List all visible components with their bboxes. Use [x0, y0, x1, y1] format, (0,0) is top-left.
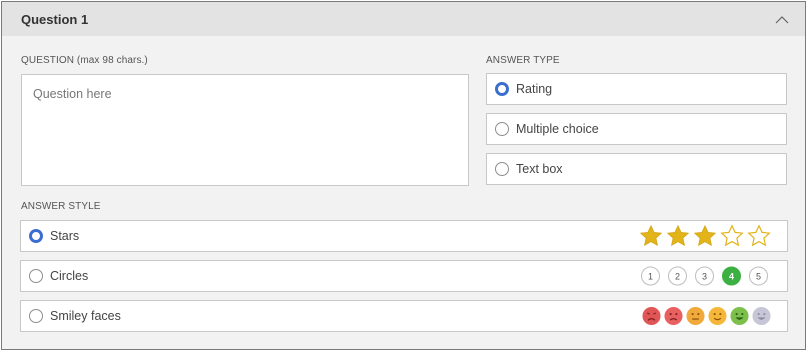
- circle-number-active: 4: [722, 266, 741, 286]
- question-card: Question 1 QUESTION (max 98 chars.) ANSW…: [1, 1, 806, 350]
- star-filled-icon: [666, 224, 690, 246]
- answer-type-text-box-label: Text box: [516, 162, 563, 176]
- radio-icon[interactable]: [29, 269, 43, 283]
- circles-preview: 1 2 3 4 5: [633, 266, 768, 286]
- answer-type-rating[interactable]: Rating: [486, 73, 787, 105]
- sad-face-icon: [664, 306, 683, 326]
- star-filled-icon: [639, 224, 663, 246]
- answer-type-label: ANSWER TYPE: [486, 55, 560, 66]
- answer-style-smiley-faces-label: Smiley faces: [50, 309, 121, 323]
- answer-style-stars[interactable]: Stars: [20, 220, 788, 252]
- answer-type-rating-label: Rating: [516, 82, 553, 96]
- question-input[interactable]: [21, 74, 469, 186]
- smiley-preview: [639, 306, 771, 326]
- star-outline-icon: [747, 224, 771, 247]
- circle-number: 5: [749, 266, 768, 286]
- answer-style-label: ANSWER STYLE: [21, 201, 101, 212]
- disabled-face-icon: [752, 306, 771, 326]
- stars-preview: [636, 224, 771, 248]
- chevron-up-icon[interactable]: [773, 10, 791, 28]
- happy-face-icon: [730, 306, 749, 326]
- star-outline-icon: [720, 224, 744, 247]
- radio-icon[interactable]: [495, 122, 509, 136]
- answer-style-circles-label: Circles: [50, 269, 89, 283]
- answer-type-multiple-choice-label: Multiple choice: [516, 122, 599, 136]
- content-face-icon: [708, 306, 727, 326]
- answer-type-multiple-choice[interactable]: Multiple choice: [486, 113, 787, 145]
- answer-style-circles[interactable]: Circles 1 2 3 4 5: [20, 260, 788, 292]
- answer-style-stars-label: Stars: [50, 229, 80, 243]
- neutral-face-icon: [686, 306, 705, 326]
- circle-number: 1: [641, 266, 660, 286]
- star-filled-icon: [693, 224, 717, 246]
- radio-icon[interactable]: [495, 162, 509, 176]
- circle-number: 2: [668, 266, 687, 286]
- very-sad-face-icon: [642, 306, 661, 326]
- question-label: QUESTION (max 98 chars.): [21, 55, 148, 66]
- question-header[interactable]: Question 1: [2, 2, 805, 36]
- answer-style-smiley-faces[interactable]: Smiley faces: [20, 300, 788, 332]
- radio-icon[interactable]: [29, 309, 43, 323]
- answer-type-text-box[interactable]: Text box: [486, 153, 787, 185]
- radio-selected-icon[interactable]: [29, 229, 43, 243]
- question-title: Question 1: [21, 11, 89, 27]
- circle-number: 3: [695, 266, 714, 286]
- radio-selected-icon[interactable]: [495, 82, 509, 96]
